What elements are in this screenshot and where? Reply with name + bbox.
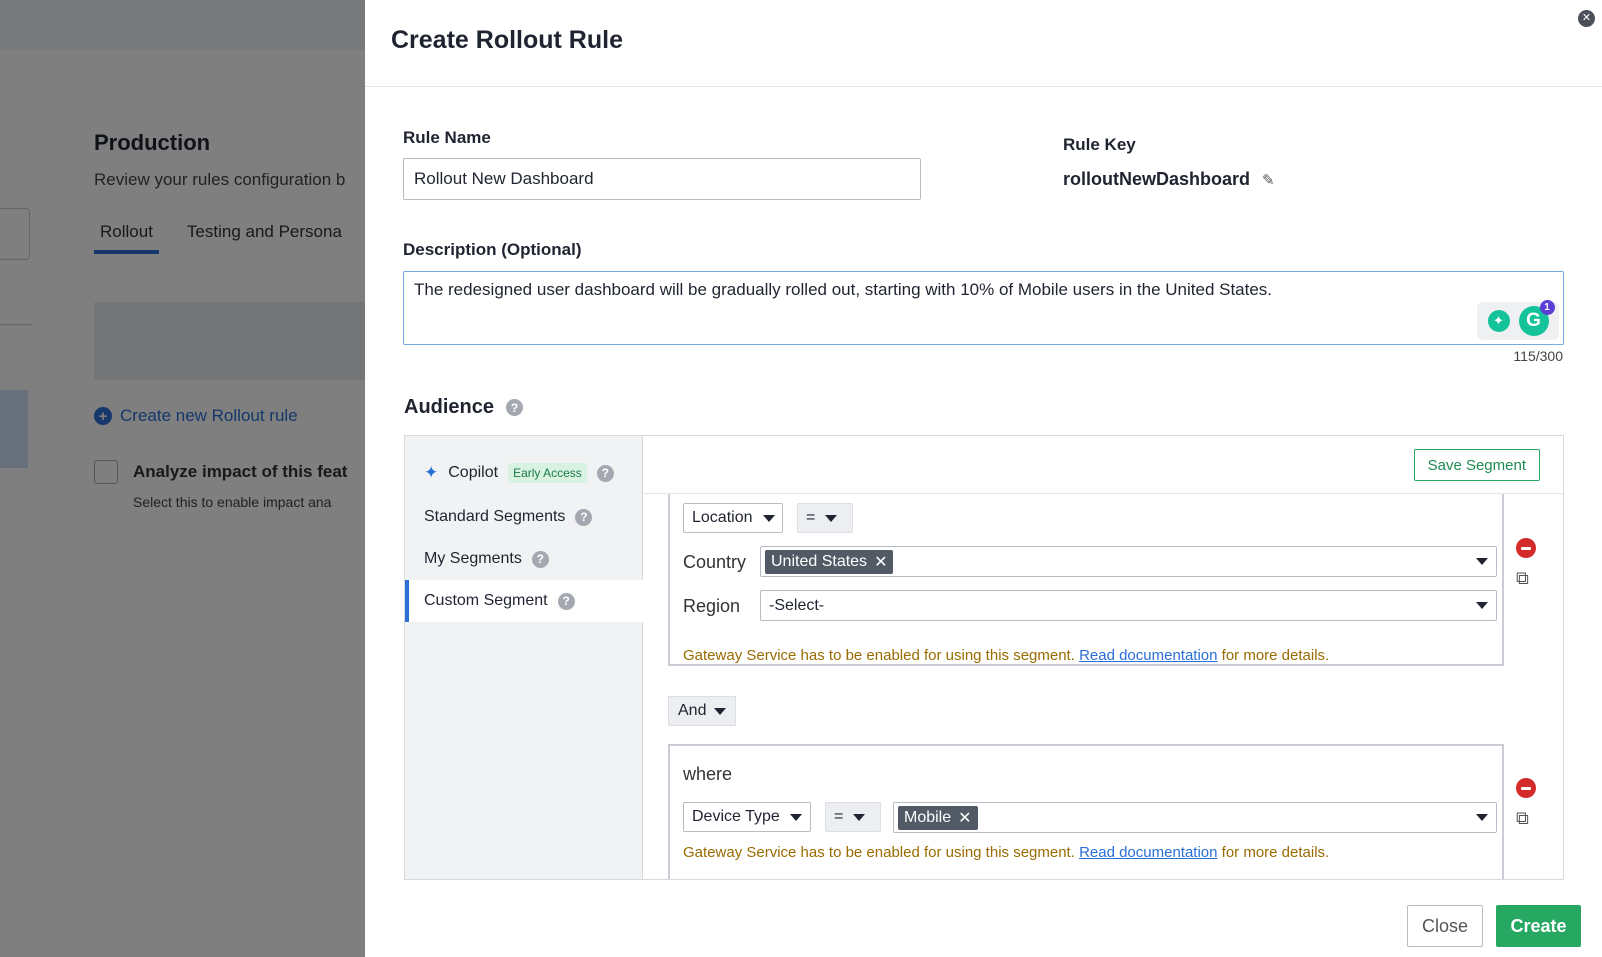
caret-down-icon <box>825 514 838 522</box>
audience-builder: ✦ Copilot Early Access ? Standard Segmen… <box>404 435 1564 880</box>
sidebar-item-custom-segment[interactable]: Custom Segment ? <box>405 580 643 622</box>
gateway-note-text: Gateway Service has to be enabled for us… <box>683 647 1075 664</box>
caret-down-icon <box>714 707 727 715</box>
sparkle-icon: ✦ <box>424 463 439 482</box>
duplicate-segment-icon[interactable]: ⧉ <box>1516 808 1529 829</box>
combinator-value: And <box>678 702 707 719</box>
grammarly-badge: 1 <box>1539 300 1555 315</box>
audience-toolbar: Save Segment <box>643 436 1563 494</box>
rule-name-label: Rule Name <box>403 128 491 147</box>
caret-down-icon <box>853 813 866 821</box>
description-textarea[interactable]: The redesigned user dashboard will be gr… <box>403 271 1564 345</box>
caret-down-icon <box>789 813 802 821</box>
audience-title: Audience <box>404 396 495 418</box>
caret-down-icon <box>762 514 775 522</box>
chip-remove-icon[interactable]: ✕ <box>874 552 887 572</box>
help-icon[interactable]: ? <box>575 508 593 526</box>
combinator-select[interactable]: And <box>668 696 737 726</box>
create-button[interactable]: Create <box>1496 905 1581 947</box>
close-button[interactable]: Close <box>1407 905 1483 947</box>
gateway-service-note: Gateway Service has to be enabled for us… <box>683 647 1329 664</box>
save-segment-button[interactable]: Save Segment <box>1413 449 1540 481</box>
pencil-edit-icon[interactable]: ✎ <box>1262 171 1275 189</box>
read-documentation-link[interactable]: Read documentation <box>1079 844 1217 861</box>
device-type-multiselect[interactable]: Mobile ✕ <box>893 802 1497 833</box>
rule-key-value: rolloutNewDashboard ✎ <box>1063 169 1275 190</box>
audience-sidebar: ✦ Copilot Early Access ? Standard Segmen… <box>405 436 643 879</box>
gateway-service-note: Gateway Service has to be enabled for us… <box>683 844 1329 861</box>
remove-segment-icon[interactable] <box>1516 538 1536 558</box>
operator-select[interactable]: = <box>825 802 881 832</box>
operator-value: = <box>806 509 816 526</box>
help-icon[interactable]: ? <box>557 592 575 610</box>
attribute-select-location[interactable]: Location <box>683 503 783 533</box>
help-icon[interactable]: ? <box>596 464 614 482</box>
help-icon[interactable]: ? <box>506 399 524 416</box>
sidebar-item-label: My Segments <box>424 550 522 567</box>
sidebar-item-copilot[interactable]: ✦ Copilot Early Access ? <box>405 452 643 494</box>
remove-segment-icon[interactable] <box>1516 778 1536 798</box>
operator-select[interactable]: = <box>797 503 853 533</box>
country-label: Country <box>683 552 747 572</box>
modal-title: Create Rollout Rule <box>391 26 623 54</box>
grammarly-icon[interactable]: G1 <box>1518 300 1555 336</box>
rule-key-label: Rule Key <box>1063 135 1136 154</box>
close-icon[interactable]: ✕ <box>1578 10 1595 27</box>
device-type-chip-label: Mobile <box>904 808 952 826</box>
gateway-note-suffix: for more details. <box>1221 844 1330 861</box>
country-chip: United States ✕ <box>765 549 894 574</box>
attribute-select-value: Device Type <box>692 808 780 825</box>
device-type-chip: Mobile ✕ <box>898 805 978 830</box>
sidebar-item-label: Custom Segment <box>424 592 548 609</box>
help-icon[interactable]: ? <box>531 550 549 568</box>
chip-remove-icon[interactable]: ✕ <box>958 808 971 828</box>
description-text: The redesigned user dashboard will be gr… <box>414 280 1273 299</box>
early-access-badge: Early Access <box>508 463 587 483</box>
region-select[interactable]: -Select- <box>760 590 1497 621</box>
segment-location: Location = Country United States ✕ Regio… <box>668 494 1504 666</box>
modal-header: Create Rollout Rule ✕ <box>365 0 1602 87</box>
where-label: where <box>683 764 733 784</box>
caret-down-icon <box>1476 602 1488 609</box>
region-label: Region <box>683 596 741 616</box>
sidebar-item-label: Standard Segments <box>424 508 566 525</box>
sidebar-item-label: Copilot <box>448 464 499 481</box>
country-multiselect[interactable]: United States ✕ <box>760 546 1497 577</box>
audience-editor: Save Segment Location = Country United S… <box>643 436 1563 879</box>
operator-value: = <box>834 808 844 825</box>
country-chip-label: United States <box>771 552 868 570</box>
audience-heading: Audience ? <box>404 396 524 419</box>
description-char-counter: 115/300 <box>1513 348 1563 364</box>
read-documentation-link[interactable]: Read documentation <box>1079 647 1217 664</box>
gateway-note-text: Gateway Service has to be enabled for us… <box>683 844 1075 861</box>
rule-name-input[interactable]: Rollout New Dashboard <box>403 158 921 200</box>
sidebar-item-my-segments[interactable]: My Segments ? <box>405 538 643 580</box>
region-select-value: -Select- <box>769 596 825 614</box>
sidebar-item-standard-segments[interactable]: Standard Segments ? <box>405 496 643 538</box>
attribute-select-value: Location <box>692 509 753 526</box>
grammarly-widget[interactable]: ✦ G1 <box>1477 300 1559 340</box>
gateway-note-suffix: for more details. <box>1221 647 1330 664</box>
duplicate-segment-icon[interactable]: ⧉ <box>1516 568 1529 589</box>
attribute-select-device-type[interactable]: Device Type <box>683 802 811 832</box>
rule-key-text: rolloutNewDashboard <box>1063 169 1251 189</box>
create-rollout-rule-modal: Create Rollout Rule ✕ Rule Name Rollout … <box>365 0 1602 957</box>
description-label: Description (Optional) <box>403 240 582 259</box>
caret-down-icon <box>1476 814 1488 821</box>
segment-device-type: where Device Type = Mobile ✕ Gateway Ser… <box>668 744 1504 879</box>
caret-down-icon <box>1476 558 1488 565</box>
lightbulb-icon[interactable]: ✦ <box>1487 310 1510 332</box>
